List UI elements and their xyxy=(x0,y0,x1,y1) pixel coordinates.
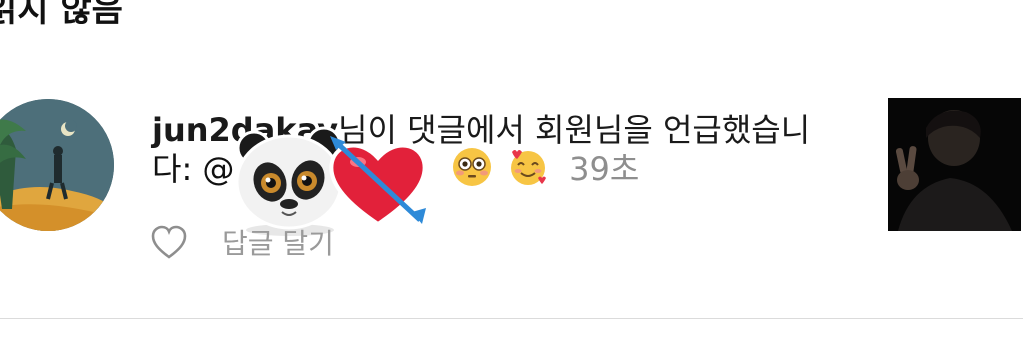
section-header-unread: 읽지 않음 xyxy=(0,0,123,30)
like-heart-icon[interactable] xyxy=(150,224,188,260)
mention-prefix: 다: @ xyxy=(152,150,235,188)
smiling-face-with-hearts-emoji-icon xyxy=(510,150,546,185)
heart-with-arrow-sticker-icon xyxy=(329,136,427,227)
avatar[interactable] xyxy=(0,99,114,231)
flushed-face-emoji-icon xyxy=(452,148,491,186)
avatar-image xyxy=(0,99,114,231)
timestamp: 39초 xyxy=(569,150,640,188)
notification-actions: 답글 달기 xyxy=(150,222,334,262)
post-thumbnail-image xyxy=(888,98,1021,231)
reply-button[interactable]: 답글 달기 xyxy=(222,222,334,262)
divider xyxy=(0,318,1023,319)
post-thumbnail[interactable] xyxy=(888,98,1021,231)
